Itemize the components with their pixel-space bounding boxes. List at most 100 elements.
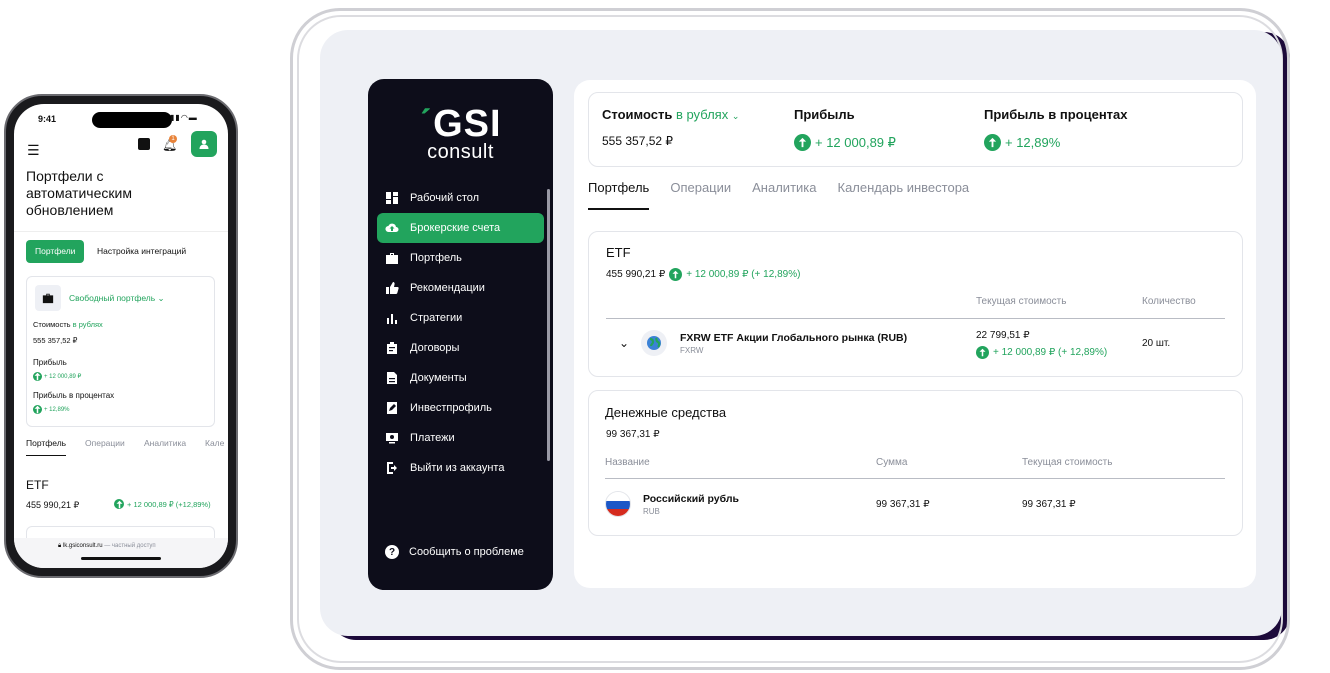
- user-icon: [199, 139, 209, 149]
- leaf-icon: ˊ: [419, 103, 434, 145]
- etf-name: FXRW ETF Акции Глобального рынка (RUB): [680, 332, 908, 344]
- sidebar-item-label: Стратегии: [410, 312, 463, 324]
- phone-cost-label: Стоимость в рублях: [33, 320, 103, 329]
- portfolio-selector[interactable]: Свободный портфель ⌄: [69, 293, 165, 304]
- sidebar: ˊGSI consult Рабочий стол Брокерские сче…: [368, 79, 553, 590]
- etf-summary: 455 990,21 ₽ + 12 000,89 ₽ (+ 12,89%): [606, 268, 800, 281]
- column-header-quantity: Количество: [1142, 296, 1196, 307]
- table-row[interactable]: Российский рубль RUB 99 367,31 ₽ 99 367,…: [605, 487, 1225, 523]
- sidebar-item-label: Рабочий стол: [410, 192, 480, 204]
- tab-portfolio[interactable]: Портфель: [588, 180, 650, 210]
- chevron-down-icon[interactable]: ⌄: [619, 336, 629, 350]
- integrations-button[interactable]: Настройка интеграций: [97, 240, 186, 263]
- sidebar-item-contracts[interactable]: Договоры: [377, 333, 544, 363]
- arrow-up-icon: [114, 499, 124, 509]
- briefcase-icon: [385, 251, 399, 265]
- phone-profit-label: Прибыль: [33, 358, 67, 367]
- globe-icon: [641, 330, 667, 356]
- tab-investor-calendar[interactable]: Календарь инвестора: [838, 180, 970, 210]
- phone-tab-calendar[interactable]: Кале: [205, 438, 224, 448]
- sidebar-item-label: Договоры: [410, 342, 460, 354]
- sidebar-scrollbar[interactable]: [547, 189, 550, 461]
- sidebar-item-investprofile[interactable]: Инвестпрофиль: [377, 393, 544, 423]
- edit-document-icon: [385, 401, 399, 415]
- tablet-screen: ˊGSI consult Рабочий стол Брокерские сче…: [320, 30, 1282, 636]
- avatar[interactable]: [191, 131, 217, 157]
- etf-row-change: + 12 000,89 ₽ (+ 12,89%): [976, 346, 1107, 359]
- sidebar-item-recommendations[interactable]: Рекомендации: [377, 273, 544, 303]
- wifi-icon: ◠: [180, 113, 189, 122]
- thumbs-up-icon: [385, 281, 399, 295]
- column-header-current-value: Текущая стоимость: [976, 296, 1067, 307]
- column-header-current-value: Текущая стоимость: [1022, 457, 1113, 468]
- arrow-up-icon: [33, 405, 42, 414]
- sidebar-item-label: Рекомендации: [410, 282, 485, 294]
- logo[interactable]: ˊGSI consult: [368, 103, 553, 162]
- tab-analytics[interactable]: Аналитика: [752, 180, 816, 210]
- lock-icon: 🔒︎: [58, 543, 62, 549]
- cloud-upload-icon: [385, 221, 399, 235]
- russia-flag-icon: [605, 491, 631, 517]
- document-icon: [385, 371, 399, 385]
- profit-pct-label: Прибыль в процентах: [984, 107, 1128, 122]
- sidebar-item-label: Инвестпрофиль: [410, 402, 492, 414]
- table-divider: [606, 318, 1225, 319]
- browser-url-bar[interactable]: 🔒︎ lk.gsiconsult.ru — частный доступ: [14, 538, 228, 568]
- profit-value: + 12 000,89 ₽: [815, 134, 896, 150]
- currency-name: Российский рубль: [643, 493, 739, 505]
- etf-total: 455 990,21 ₽: [606, 269, 666, 280]
- sidebar-item-label: Платежи: [410, 432, 455, 444]
- hamburger-menu-icon[interactable]: ☰: [27, 142, 40, 159]
- profit-label: Прибыль: [794, 107, 855, 122]
- cash-card: Денежные средства 99 367,31 ₽ Название С…: [588, 390, 1243, 536]
- sidebar-item-documents[interactable]: Документы: [377, 363, 544, 393]
- report-problem-label: Сообщить о проблеме: [409, 546, 524, 558]
- portfolios-button[interactable]: Портфели: [26, 240, 85, 263]
- column-header-amount: Сумма: [876, 457, 908, 468]
- sidebar-item-label: Документы: [410, 372, 467, 384]
- portfolio-card[interactable]: Свободный портфель ⌄ Стоимость в рублях …: [26, 276, 215, 427]
- notification-badge: 1: [169, 135, 177, 143]
- phone-etf-change: + 12 000,89 ₽ (+12,89%): [114, 499, 211, 509]
- summary-cost: Стоимость в рублях ⌄ 555 357,52 ₽: [602, 107, 739, 148]
- sidebar-item-brokerage[interactable]: Брокерские счета: [377, 213, 544, 243]
- chat-icon[interactable]: [138, 138, 150, 150]
- dynamic-island: [92, 112, 172, 128]
- sidebar-item-dashboard[interactable]: Рабочий стол: [377, 183, 544, 213]
- phone-tab-portfolio[interactable]: Портфель: [26, 438, 67, 456]
- sidebar-item-strategies[interactable]: Стратегии: [377, 303, 544, 333]
- phone-profit-pct-label: Прибыль в процентах: [33, 391, 115, 400]
- sidebar-item-logout[interactable]: Выйти из аккаунта: [377, 453, 544, 483]
- table-row[interactable]: ⌄ FXRW ETF Акции Глобального рынка (RUB)…: [606, 324, 1225, 370]
- currency-code: RUB: [643, 507, 660, 516]
- tab-operations[interactable]: Операции: [670, 180, 731, 210]
- cost-label: Стоимость: [602, 107, 673, 122]
- sidebar-nav: Рабочий стол Брокерские счета Портфель Р…: [377, 183, 544, 483]
- phone-screen: 9:41 ▮▮◠▬ ☰ 🔔︎ 1 Портфели с автоматическ…: [14, 104, 228, 568]
- question-icon: ?: [385, 545, 399, 559]
- etf-title: ETF: [606, 245, 631, 260]
- home-indicator: [81, 557, 161, 560]
- arrow-up-icon: [794, 134, 811, 151]
- divider: [14, 231, 228, 232]
- summary-profit: Прибыль + 12 000,89 ₽: [794, 107, 896, 151]
- page-title: Портфели с автоматическим обновлением: [26, 168, 132, 218]
- arrow-up-icon: [33, 372, 42, 381]
- phone-tab-analytics[interactable]: Аналитика: [144, 438, 186, 448]
- cash-total: 99 367,31 ₽: [606, 429, 660, 440]
- table-divider: [605, 478, 1225, 479]
- phone-tab-operations[interactable]: Операции: [85, 438, 125, 448]
- clipboard-icon: [385, 341, 399, 355]
- marketing-composition: ˊGSI consult Рабочий стол Брокерские сче…: [0, 0, 1330, 673]
- sidebar-item-portfolio[interactable]: Портфель: [377, 243, 544, 273]
- phone-etf-title: ETF: [26, 478, 49, 492]
- status-icons: ▮▮◠▬: [170, 113, 198, 122]
- payment-icon: [385, 431, 399, 445]
- currency-selector[interactable]: в рублях ⌄: [676, 107, 739, 122]
- sidebar-item-label: Брокерские счета: [410, 222, 501, 234]
- sidebar-item-payments[interactable]: Платежи: [377, 423, 544, 453]
- profit-pct-value: + 12,89%: [1005, 135, 1061, 150]
- report-problem-link[interactable]: ? Сообщить о проблеме: [385, 545, 524, 559]
- briefcase-icon: [35, 285, 61, 311]
- portfolio-tabs: Портфель Операции Аналитика Календарь ин…: [588, 180, 990, 210]
